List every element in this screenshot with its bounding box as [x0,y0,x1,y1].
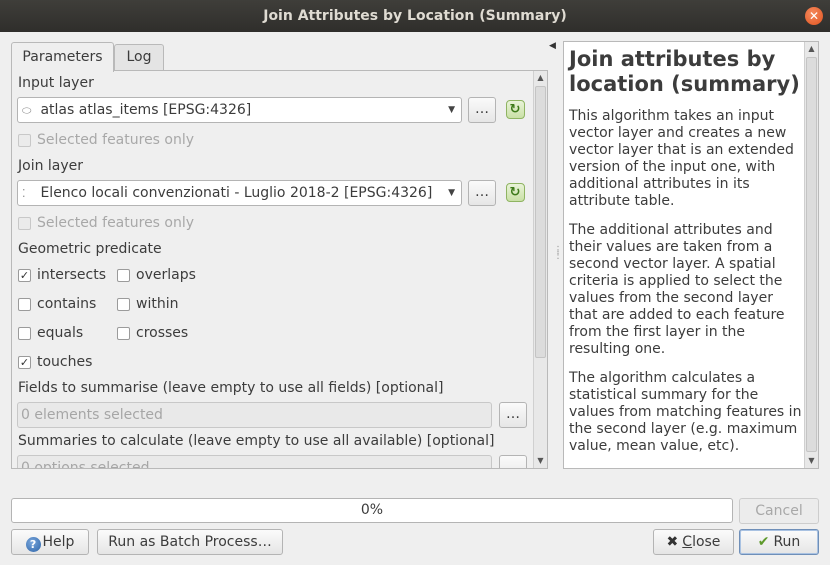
batch-process-button[interactable]: Run as Batch Process… [97,529,283,555]
checkbox-box [18,216,31,230]
help-paragraph: This algorithm takes an input vector lay… [569,108,794,209]
join-layer-label: Join layer [18,158,84,174]
checkbox-label: crosses [136,325,189,341]
help-scrollbar[interactable]: ▲ ▼ [804,42,818,468]
checkbox-box: ✓ [18,355,31,369]
input-layer-value: atlas atlas_items [EPSG:4326] [40,102,252,118]
fields-to-summarise-field[interactable]: 0 elements selected [17,402,492,428]
progress-bar: 0% [11,498,733,523]
checkbox-box: ✓ [18,268,31,282]
checkbox-box [18,326,31,340]
collapse-help-icon[interactable]: ◀ [549,41,556,51]
close-mnemonic: C [682,534,693,550]
iterate-icon: ↻ [505,183,525,202]
checkbox-box [18,297,31,311]
checkbox-box [117,326,130,340]
close-icon[interactable]: ✕ [805,7,823,25]
title-bar: Join Attributes by Location (Summary) ✕ [0,0,830,32]
checkmark-icon: ✔ [757,534,770,550]
predicate-within-checkbox[interactable]: within [117,296,178,312]
scroll-down-icon[interactable]: ▼ [534,454,547,468]
close-button-label: lose [692,534,721,550]
scroll-down-icon[interactable]: ▼ [805,454,818,468]
predicate-overlaps-checkbox[interactable]: overlaps [117,267,196,283]
predicate-equals-checkbox[interactable]: equals [18,325,83,341]
summaries-field[interactable]: 0 options selected [17,455,492,468]
splitter-handle[interactable]: ⋮ ⋮ [553,246,563,261]
help-title: Join attributes by location (summary) [569,47,800,96]
tab-log[interactable]: Log [114,44,164,71]
tab-parameters[interactable]: Parameters [11,42,114,72]
geometric-predicate-label: Geometric predicate [18,241,162,257]
window-title: Join Attributes by Location (Summary) [263,8,567,24]
checkbox-label: overlaps [136,267,196,283]
iterate-icon: ↻ [505,100,525,119]
point-layer-icon: ⁚ [22,187,26,200]
help-paragraph: The additional attributes and their valu… [569,222,785,357]
run-button[interactable]: ✔ Run [739,529,819,555]
parameters-panel: Input layer ⬭ atlas atlas_items [EPSG:43… [11,70,548,469]
checkbox-box [18,133,31,147]
join-layer-value: Elenco locali convenzionati - Luglio 201… [40,185,433,201]
help-icon: ? [25,537,41,552]
scrollbar-thumb[interactable] [806,57,817,452]
checkbox-box [117,297,130,311]
predicate-crosses-checkbox[interactable]: crosses [117,325,188,341]
close-button[interactable]: ✖ Close [653,529,734,555]
fields-to-summarise-label: Fields to summarise (leave empty to use … [18,380,444,396]
checkbox-label: Selected features only [37,132,195,148]
checkbox-label: within [136,296,179,312]
checkbox-box [117,268,130,282]
run-button-label: Run [773,534,801,550]
input-iterate-button[interactable]: ↻ [502,97,528,123]
help-button[interactable]: ? Help [11,529,89,555]
predicate-intersects-checkbox[interactable]: ✓ intersects [18,267,106,283]
checkbox-label: touches [37,354,93,370]
predicate-touches-checkbox[interactable]: ✓ touches [18,354,92,370]
input-selected-only-checkbox[interactable]: Selected features only [18,132,194,148]
chevron-down-icon: ▼ [448,188,455,198]
join-layer-browse-button[interactable]: … [468,180,496,206]
checkbox-label: intersects [37,267,107,283]
scrollbar-thumb[interactable] [535,86,546,358]
input-layer-combo[interactable]: ⬭ atlas atlas_items [EPSG:4326] ▼ [17,97,462,123]
checkbox-label: Selected features only [37,215,195,231]
parameters-scrollbar[interactable]: ▲ ▼ [533,71,547,468]
polygon-layer-icon: ⬭ [22,104,32,117]
input-layer-label: Input layer [18,75,94,91]
join-layer-combo[interactable]: ⁚ Elenco locali convenzionati - Luglio 2… [17,180,462,206]
scroll-up-icon[interactable]: ▲ [534,71,547,85]
scroll-up-icon[interactable]: ▲ [805,42,818,56]
help-button-label: Help [42,534,75,550]
checkbox-label: equals [37,325,84,341]
chevron-down-icon: ▼ [448,105,455,115]
help-panel: Join attributes by location (summary) Th… [563,41,819,469]
close-x-icon: ✖ [666,534,679,550]
fields-browse-button[interactable]: … [499,402,527,428]
cancel-button[interactable]: Cancel [739,498,819,524]
predicate-contains-checkbox[interactable]: contains [18,296,96,312]
summaries-label: Summaries to calculate (leave empty to u… [18,433,495,449]
input-layer-browse-button[interactable]: … [468,97,496,123]
summaries-browse-button[interactable]: … [499,455,527,468]
checkbox-label: contains [37,296,97,312]
join-iterate-button[interactable]: ↻ [502,180,528,206]
help-paragraph: The algorithm calculates a statistical s… [569,370,802,454]
join-selected-only-checkbox[interactable]: Selected features only [18,215,194,231]
